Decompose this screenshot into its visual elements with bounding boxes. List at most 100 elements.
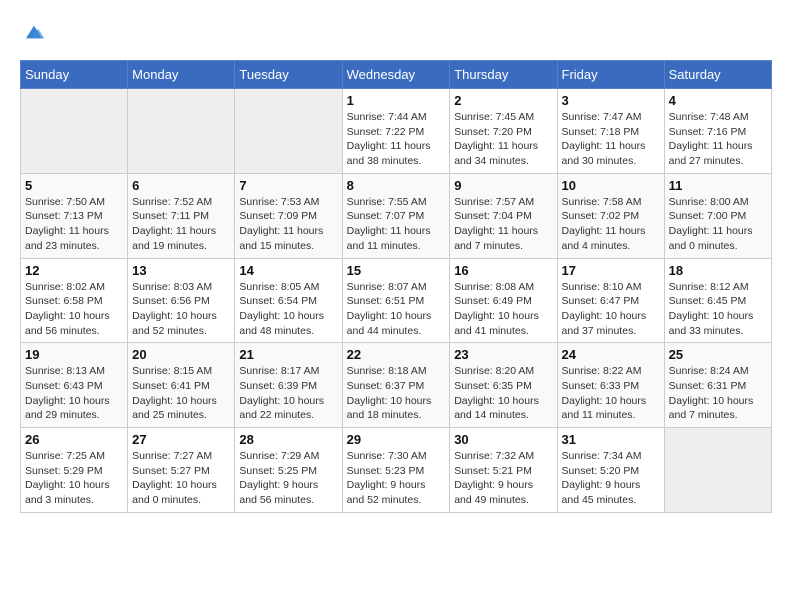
day-number: 26 — [25, 432, 123, 447]
day-number: 19 — [25, 347, 123, 362]
day-number: 25 — [669, 347, 767, 362]
day-info: Sunrise: 8:08 AM Sunset: 6:49 PM Dayligh… — [454, 280, 552, 339]
calendar-cell: 16 Sunrise: 8:08 AM Sunset: 6:49 PM Dayli… — [450, 258, 557, 343]
calendar-cell: 17Sunrise: 8:10 AM Sunset: 6:47 PM Dayli… — [557, 258, 664, 343]
calendar-cell: 8 Sunrise: 7:55 AM Sunset: 7:07 PM Daylig… — [342, 173, 450, 258]
calendar-week-row: 26 Sunrise: 7:25 AM Sunset: 5:29 PM Dayli… — [21, 428, 772, 513]
day-info: Sunrise: 8:20 AM Sunset: 6:35 PM Dayligh… — [454, 364, 552, 423]
day-number: 11 — [669, 178, 767, 193]
day-info: Sunrise: 7:57 AM Sunset: 7:04 PM Dayligh… — [454, 195, 552, 254]
day-info: Sunrise: 8:15 AM Sunset: 6:41 PM Dayligh… — [132, 364, 230, 423]
calendar-cell: 29 Sunrise: 7:30 AM Sunset: 5:23 PM Dayli… — [342, 428, 450, 513]
calendar-cell: 5 Sunrise: 7:50 AM Sunset: 7:13 PM Daylig… — [21, 173, 128, 258]
day-info: Sunrise: 7:34 AM Sunset: 5:20 PM Dayligh… — [562, 449, 660, 508]
day-number: 24 — [562, 347, 660, 362]
col-header-sunday: Sunday — [21, 61, 128, 89]
calendar-cell: 19 Sunrise: 8:13 AM Sunset: 6:43 PM Dayli… — [21, 343, 128, 428]
day-number: 12 — [25, 263, 123, 278]
day-number: 3 — [562, 93, 660, 108]
day-number: 28 — [239, 432, 337, 447]
day-number: 1 — [347, 93, 446, 108]
day-info: Sunrise: 8:05 AM Sunset: 6:54 PM Dayligh… — [239, 280, 337, 339]
day-info: Sunrise: 7:47 AM Sunset: 7:18 PM Dayligh… — [562, 110, 660, 169]
col-header-monday: Monday — [128, 61, 235, 89]
calendar-cell: 25 Sunrise: 8:24 AM Sunset: 6:31 PM Dayli… — [664, 343, 771, 428]
day-number: 23 — [454, 347, 552, 362]
calendar-cell: 13 Sunrise: 8:03 AM Sunset: 6:56 PM Dayli… — [128, 258, 235, 343]
day-info: Sunrise: 7:48 AM Sunset: 7:16 PM Dayligh… — [669, 110, 767, 169]
day-number: 9 — [454, 178, 552, 193]
day-number: 5 — [25, 178, 123, 193]
col-header-wednesday: Wednesday — [342, 61, 450, 89]
calendar-cell: 12 Sunrise: 8:02 AM Sunset: 6:58 PM Dayli… — [21, 258, 128, 343]
day-number: 6 — [132, 178, 230, 193]
calendar-cell — [21, 89, 128, 174]
calendar-cell: 26 Sunrise: 7:25 AM Sunset: 5:29 PM Dayli… — [21, 428, 128, 513]
day-info: Sunrise: 8:22 AM Sunset: 6:33 PM Dayligh… — [562, 364, 660, 423]
col-header-thursday: Thursday — [450, 61, 557, 89]
logo — [20, 20, 46, 44]
calendar-cell: 30Sunrise: 7:32 AM Sunset: 5:21 PM Dayli… — [450, 428, 557, 513]
day-number: 18 — [669, 263, 767, 278]
day-info: Sunrise: 7:25 AM Sunset: 5:29 PM Dayligh… — [25, 449, 123, 508]
day-info: Sunrise: 8:07 AM Sunset: 6:51 PM Dayligh… — [347, 280, 446, 339]
day-info: Sunrise: 7:58 AM Sunset: 7:02 PM Dayligh… — [562, 195, 660, 254]
day-info: Sunrise: 7:52 AM Sunset: 7:11 PM Dayligh… — [132, 195, 230, 254]
calendar-cell: 14 Sunrise: 8:05 AM Sunset: 6:54 PM Dayli… — [235, 258, 342, 343]
calendar-cell — [128, 89, 235, 174]
calendar-cell: 9 Sunrise: 7:57 AM Sunset: 7:04 PM Daylig… — [450, 173, 557, 258]
day-number: 10 — [562, 178, 660, 193]
calendar-cell — [664, 428, 771, 513]
day-number: 14 — [239, 263, 337, 278]
day-info: Sunrise: 8:00 AM Sunset: 7:00 PM Dayligh… — [669, 195, 767, 254]
calendar-cell: 21 Sunrise: 8:17 AM Sunset: 6:39 PM Dayli… — [235, 343, 342, 428]
calendar-cell: 7 Sunrise: 7:53 AM Sunset: 7:09 PM Daylig… — [235, 173, 342, 258]
day-number: 7 — [239, 178, 337, 193]
day-number: 30 — [454, 432, 552, 447]
day-info: Sunrise: 7:50 AM Sunset: 7:13 PM Dayligh… — [25, 195, 123, 254]
day-number: 15 — [347, 263, 446, 278]
calendar-cell: 20 Sunrise: 8:15 AM Sunset: 6:41 PM Dayli… — [128, 343, 235, 428]
col-header-tuesday: Tuesday — [235, 61, 342, 89]
day-info: Sunrise: 7:45 AM Sunset: 7:20 PM Dayligh… — [454, 110, 552, 169]
calendar-cell: 24 Sunrise: 8:22 AM Sunset: 6:33 PM Dayli… — [557, 343, 664, 428]
day-info: Sunrise: 8:02 AM Sunset: 6:58 PM Dayligh… — [25, 280, 123, 339]
day-info: Sunrise: 8:13 AM Sunset: 6:43 PM Dayligh… — [25, 364, 123, 423]
col-header-saturday: Saturday — [664, 61, 771, 89]
day-number: 29 — [347, 432, 446, 447]
day-number: 20 — [132, 347, 230, 362]
calendar-cell: 28Sunrise: 7:29 AM Sunset: 5:25 PM Dayli… — [235, 428, 342, 513]
calendar-table: SundayMondayTuesdayWednesdayThursdayFrid… — [20, 60, 772, 513]
day-number: 22 — [347, 347, 446, 362]
calendar-cell: 1 Sunrise: 7:44 AM Sunset: 7:22 PM Daylig… — [342, 89, 450, 174]
day-info: Sunrise: 8:17 AM Sunset: 6:39 PM Dayligh… — [239, 364, 337, 423]
page-header — [20, 20, 772, 44]
calendar-cell: 2 Sunrise: 7:45 AM Sunset: 7:20 PM Daylig… — [450, 89, 557, 174]
day-number: 4 — [669, 93, 767, 108]
day-info: Sunrise: 7:55 AM Sunset: 7:07 PM Dayligh… — [347, 195, 446, 254]
calendar-week-row: 12 Sunrise: 8:02 AM Sunset: 6:58 PM Dayli… — [21, 258, 772, 343]
calendar-week-row: 5 Sunrise: 7:50 AM Sunset: 7:13 PM Daylig… — [21, 173, 772, 258]
day-info: Sunrise: 7:30 AM Sunset: 5:23 PM Dayligh… — [347, 449, 446, 508]
day-number: 13 — [132, 263, 230, 278]
calendar-cell: 31Sunrise: 7:34 AM Sunset: 5:20 PM Dayli… — [557, 428, 664, 513]
day-info: Sunrise: 8:10 AM Sunset: 6:47 PM Dayligh… — [562, 280, 660, 339]
day-number: 21 — [239, 347, 337, 362]
day-info: Sunrise: 8:12 AM Sunset: 6:45 PM Dayligh… — [669, 280, 767, 339]
day-info: Sunrise: 8:24 AM Sunset: 6:31 PM Dayligh… — [669, 364, 767, 423]
calendar-cell: 3 Sunrise: 7:47 AM Sunset: 7:18 PM Daylig… — [557, 89, 664, 174]
logo-icon — [22, 20, 46, 44]
day-info: Sunrise: 8:03 AM Sunset: 6:56 PM Dayligh… — [132, 280, 230, 339]
calendar-cell: 10 Sunrise: 7:58 AM Sunset: 7:02 PM Dayli… — [557, 173, 664, 258]
day-info: Sunrise: 7:27 AM Sunset: 5:27 PM Dayligh… — [132, 449, 230, 508]
calendar-cell: 18 Sunrise: 8:12 AM Sunset: 6:45 PM Dayli… — [664, 258, 771, 343]
day-info: Sunrise: 7:53 AM Sunset: 7:09 PM Dayligh… — [239, 195, 337, 254]
day-info: Sunrise: 7:44 AM Sunset: 7:22 PM Dayligh… — [347, 110, 446, 169]
day-number: 2 — [454, 93, 552, 108]
day-number: 16 — [454, 263, 552, 278]
calendar-week-row: 1 Sunrise: 7:44 AM Sunset: 7:22 PM Daylig… — [21, 89, 772, 174]
col-header-friday: Friday — [557, 61, 664, 89]
day-number: 8 — [347, 178, 446, 193]
calendar-week-row: 19 Sunrise: 8:13 AM Sunset: 6:43 PM Dayli… — [21, 343, 772, 428]
calendar-cell — [235, 89, 342, 174]
